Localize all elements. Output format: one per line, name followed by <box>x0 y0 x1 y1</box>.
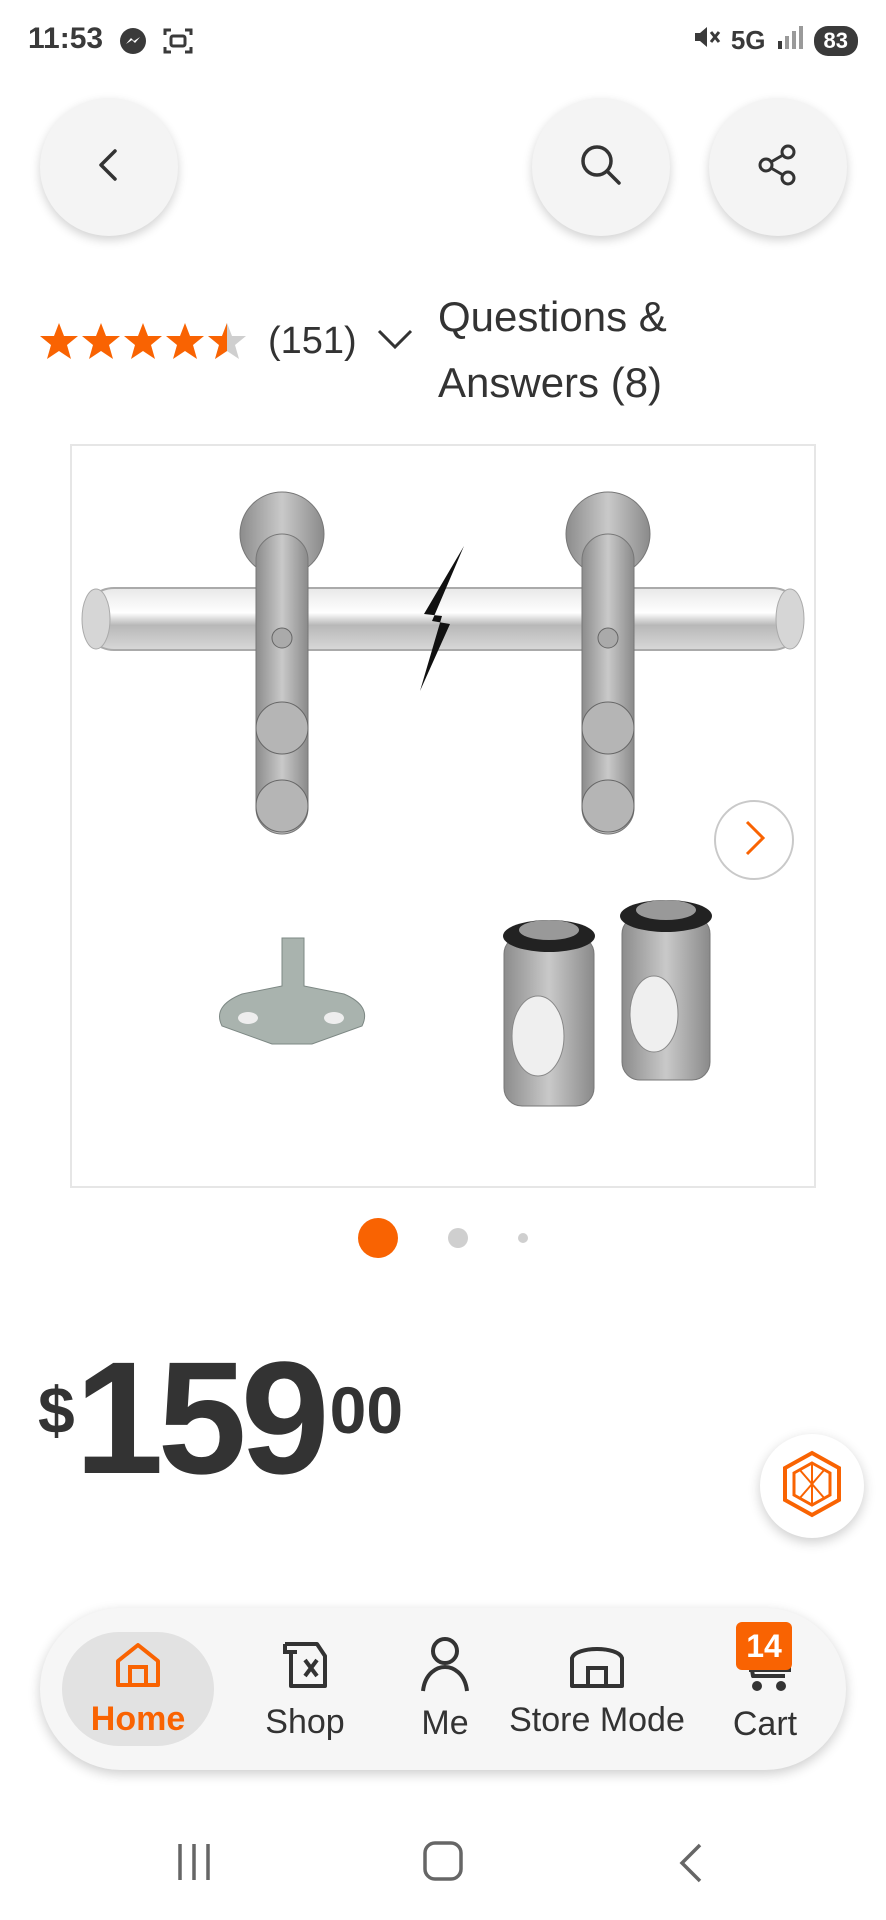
status-left-icons <box>118 26 194 61</box>
bottom-navigation: Home Shop Me Store Mode Cart 14 <box>40 1608 846 1770</box>
nav-store-mode-label: Store Mode <box>509 1701 685 1739</box>
network-label: 5G <box>730 25 766 55</box>
nav-shop-label: Shop <box>265 1703 345 1741</box>
pagination-dot-active[interactable] <box>358 1218 398 1258</box>
messenger-icon <box>118 26 148 61</box>
home-icon <box>112 1639 164 1694</box>
chevron-down-icon[interactable] <box>375 325 415 358</box>
recent-apps-icon[interactable] <box>172 1840 216 1889</box>
nav-home-label: Home <box>90 1700 186 1738</box>
next-image-button[interactable] <box>714 800 794 880</box>
nav-store-mode[interactable]: Store Mode <box>498 1608 696 1770</box>
screenshot-icon <box>162 26 194 61</box>
pagination-dot[interactable] <box>518 1233 528 1243</box>
nav-me[interactable]: Me <box>390 1608 500 1770</box>
review-count: (151) <box>268 320 357 362</box>
store-icon <box>566 1638 628 1695</box>
nav-shop[interactable]: Shop <box>240 1608 370 1770</box>
status-bar: 11:53 5G 83 <box>0 0 886 84</box>
price-dollars: 159 <box>74 1328 330 1507</box>
product-photo <box>81 491 805 1107</box>
search-icon <box>578 142 624 193</box>
nav-cart-label: Cart <box>732 1705 798 1743</box>
status-right: 5G 83 <box>691 22 858 59</box>
image-pagination[interactable] <box>0 1218 886 1258</box>
person-icon <box>419 1635 471 1698</box>
product-price: $ 159 00 <box>38 1338 403 1498</box>
search-button[interactable] <box>532 98 670 236</box>
assistant-button[interactable] <box>760 1434 864 1538</box>
system-back-icon[interactable] <box>672 1840 712 1891</box>
battery-indicator: 83 <box>813 25 858 56</box>
price-currency: $ <box>38 1373 75 1447</box>
cart-count-badge: 14 <box>736 1622 792 1670</box>
status-time: 11:53 <box>28 22 104 55</box>
system-home-icon[interactable] <box>420 1838 466 1889</box>
chevron-left-icon <box>89 145 129 190</box>
price-cents: 00 <box>329 1373 404 1447</box>
shop-icon <box>277 1636 333 1697</box>
rating-row[interactable]: (151) <box>38 320 415 363</box>
hexagon-logo-icon <box>779 1449 845 1524</box>
share-button[interactable] <box>709 98 847 236</box>
stars-icon <box>40 322 246 359</box>
mute-icon <box>691 22 721 59</box>
chevron-right-icon <box>737 816 771 865</box>
nav-me-label: Me <box>421 1704 469 1742</box>
share-icon <box>756 143 800 192</box>
product-image[interactable] <box>70 444 816 1188</box>
nav-home[interactable]: Home <box>62 1632 214 1746</box>
star-rating <box>38 321 250 363</box>
questions-answers-link[interactable]: Questions & Answers (8) <box>438 284 738 416</box>
back-button[interactable] <box>40 98 178 236</box>
system-navigation-bar <box>0 1820 886 1920</box>
pagination-dot[interactable] <box>448 1228 468 1248</box>
signal-icon <box>776 23 804 58</box>
